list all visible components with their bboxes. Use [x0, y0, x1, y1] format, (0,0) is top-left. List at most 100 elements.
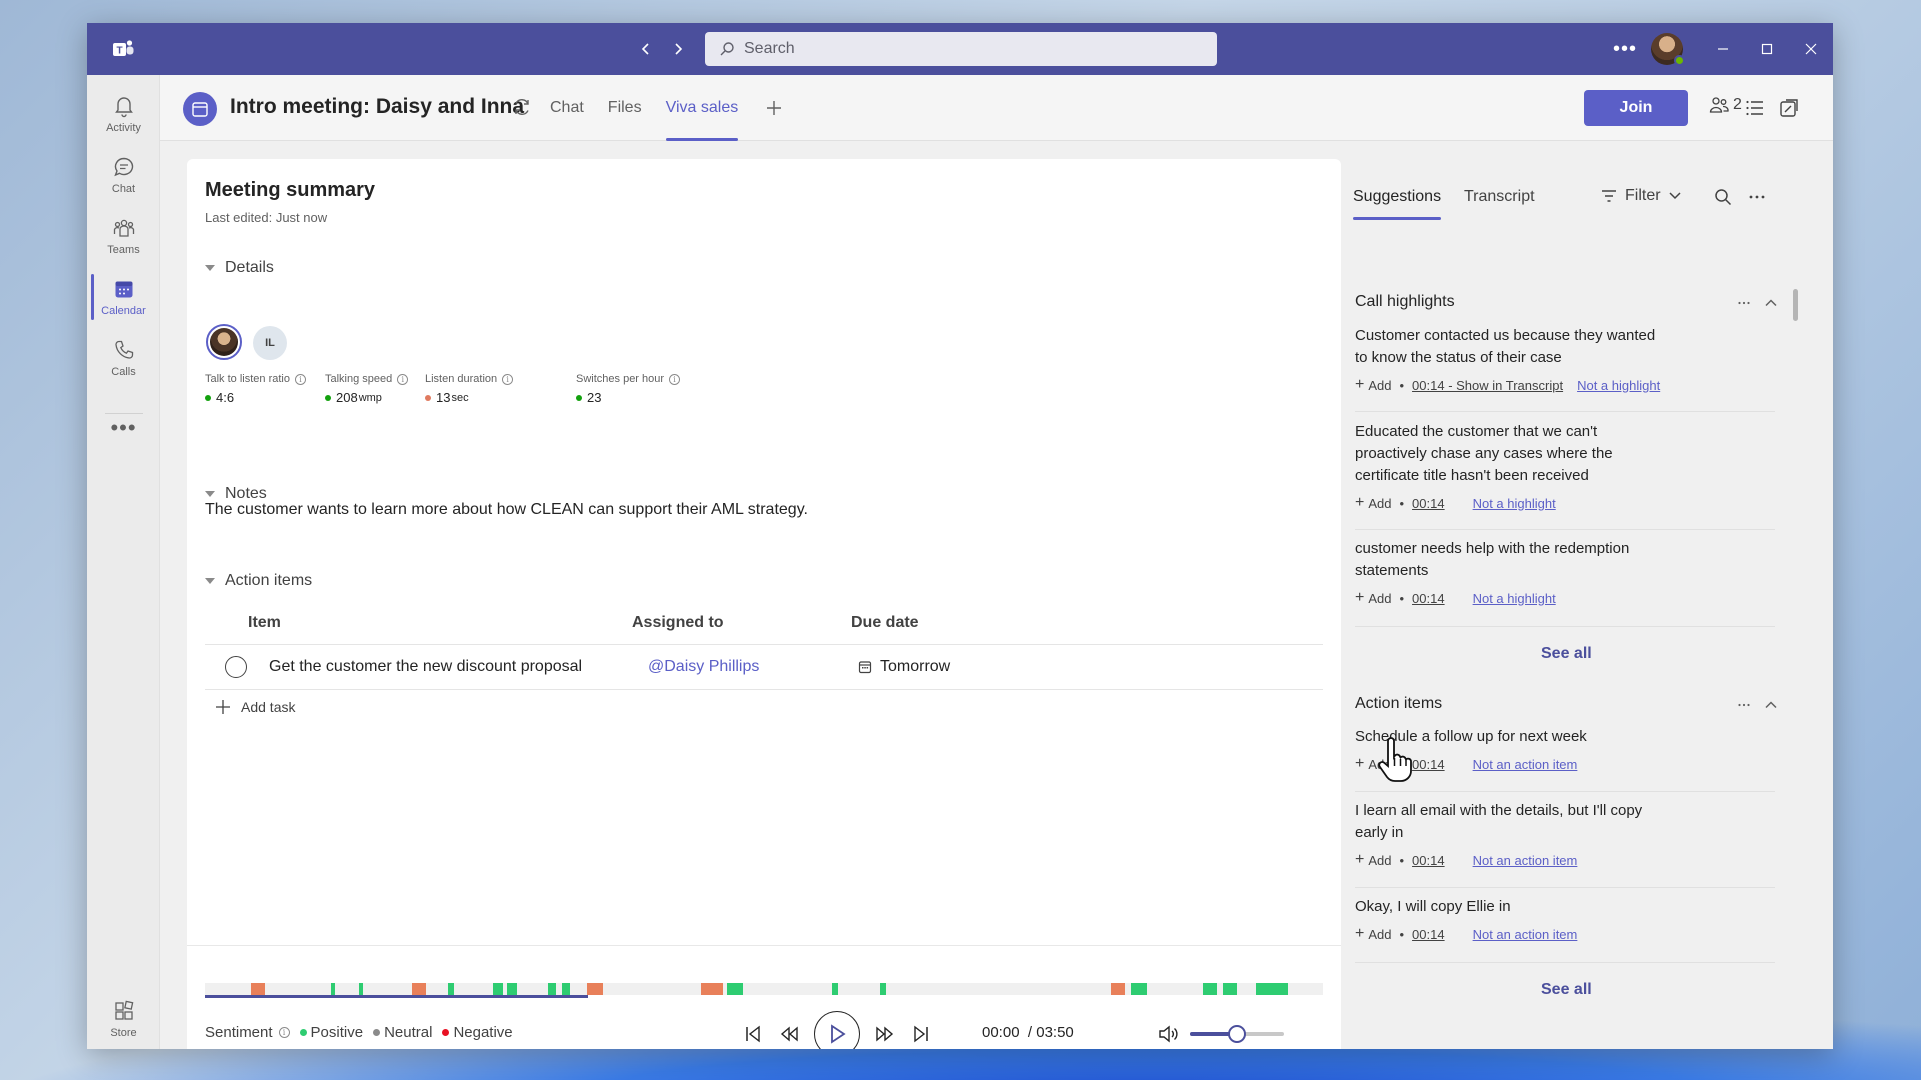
- volume-slider[interactable]: [1190, 1025, 1284, 1043]
- sentiment-segment[interactable]: [448, 983, 454, 995]
- sentiment-segment[interactable]: [548, 983, 556, 995]
- sentiment-timeline[interactable]: [205, 983, 1323, 995]
- add-highlight-button[interactable]: + Add: [1355, 589, 1391, 607]
- close-icon[interactable]: [1789, 23, 1833, 75]
- tab-suggestions[interactable]: Suggestions: [1353, 188, 1442, 220]
- not-an-action-item-link[interactable]: Not an action item: [1473, 927, 1578, 942]
- rewind-icon[interactable]: [778, 1023, 800, 1045]
- tab-files[interactable]: Files: [608, 75, 642, 141]
- sentiment-segment[interactable]: [562, 983, 570, 995]
- minimize-icon[interactable]: [1701, 23, 1745, 75]
- volume-icon[interactable]: [1157, 1023, 1179, 1045]
- due-date-cell[interactable]: Tomorrow: [858, 658, 950, 676]
- add-task-button[interactable]: Add task: [215, 699, 295, 715]
- not-a-highlight-link[interactable]: Not a highlight: [1473, 591, 1556, 606]
- panel-scrollbar[interactable]: [1793, 289, 1798, 321]
- info-icon[interactable]: i: [669, 373, 681, 385]
- sentiment-segment[interactable]: [331, 983, 335, 995]
- more-apps-icon[interactable]: •••: [87, 415, 160, 441]
- not-a-highlight-link[interactable]: Not a highlight: [1577, 378, 1660, 393]
- not-an-action-item-link[interactable]: Not an action item: [1473, 853, 1578, 868]
- sentiment-segment[interactable]: [412, 983, 426, 995]
- add-tab-icon[interactable]: [766, 75, 782, 141]
- separator-dot: •: [1399, 590, 1405, 606]
- sentiment-segment[interactable]: [507, 983, 517, 995]
- maximize-icon[interactable]: [1745, 23, 1789, 75]
- rail-item-activity[interactable]: Activity: [87, 85, 160, 143]
- sentiment-segment[interactable]: [880, 983, 886, 995]
- chevron-up-icon[interactable]: [1764, 698, 1778, 712]
- sentiment-segment[interactable]: [701, 983, 723, 995]
- timestamp-link[interactable]: 00:14: [1412, 927, 1445, 942]
- assignee-mention[interactable]: @Daisy Phillips: [648, 658, 759, 676]
- details-section-toggle[interactable]: Details: [205, 259, 274, 277]
- skip-to-end-icon[interactable]: [910, 1023, 932, 1045]
- tab-chat[interactable]: Chat: [550, 75, 584, 141]
- teams-logo-icon[interactable]: T: [111, 37, 135, 61]
- info-icon[interactable]: i: [278, 1027, 290, 1038]
- see-all-highlights-button[interactable]: See all: [1541, 645, 1592, 663]
- sentiment-segment[interactable]: [1256, 983, 1288, 995]
- pop-out-icon[interactable]: [1777, 96, 1801, 120]
- rail-item-chat[interactable]: Chat: [87, 146, 160, 204]
- timestamp-link[interactable]: 00:14: [1412, 757, 1445, 772]
- more-options-icon[interactable]: [1737, 698, 1751, 712]
- fast-forward-icon[interactable]: [874, 1023, 896, 1045]
- timestamp-link[interactable]: 00:14: [1412, 853, 1445, 868]
- rail-item-calls[interactable]: Calls: [87, 329, 160, 387]
- more-options-icon[interactable]: [1737, 296, 1751, 310]
- more-options-icon[interactable]: [1747, 187, 1767, 207]
- rail-item-store[interactable]: Store: [87, 990, 160, 1048]
- notes-text[interactable]: The customer wants to learn more about h…: [205, 501, 808, 519]
- forward-arrow-icon[interactable]: [667, 35, 689, 63]
- task-item-text[interactable]: Get the customer the new discount propos…: [269, 658, 582, 676]
- sentiment-segment[interactable]: [493, 983, 503, 995]
- see-all-action-items-button[interactable]: See all: [1541, 981, 1592, 999]
- not-a-highlight-link[interactable]: Not a highlight: [1473, 496, 1556, 511]
- add-action-item-button[interactable]: + Add: [1355, 755, 1391, 773]
- chevron-up-icon[interactable]: [1764, 296, 1778, 310]
- tab-transcript[interactable]: Transcript: [1464, 188, 1535, 206]
- sentiment-segment[interactable]: [1131, 983, 1147, 995]
- complete-task-checkbox[interactable]: [225, 656, 247, 678]
- add-highlight-button[interactable]: + Add: [1355, 494, 1391, 512]
- timestamp-link[interactable]: 00:14: [1412, 591, 1445, 606]
- rail-item-calendar[interactable]: Calendar: [87, 268, 160, 326]
- avatar[interactable]: IL: [253, 326, 287, 360]
- play-button[interactable]: [814, 1011, 860, 1049]
- list-icon[interactable]: [1743, 96, 1767, 120]
- sentiment-segment[interactable]: [1223, 983, 1237, 995]
- sentiment-segment[interactable]: [359, 983, 363, 995]
- filter-dropdown[interactable]: Filter: [1601, 187, 1681, 205]
- search-input[interactable]: Search: [705, 32, 1217, 66]
- add-highlight-button[interactable]: + Add: [1355, 376, 1391, 394]
- volume-thumb[interactable]: [1228, 1025, 1246, 1043]
- not-an-action-item-link[interactable]: Not an action item: [1473, 757, 1578, 772]
- add-action-item-button[interactable]: + Add: [1355, 925, 1391, 943]
- back-arrow-icon[interactable]: [635, 35, 657, 63]
- sentiment-segment[interactable]: [727, 983, 743, 995]
- sentiment-segment[interactable]: [587, 983, 603, 995]
- info-icon[interactable]: i: [502, 373, 514, 385]
- join-button[interactable]: Join: [1584, 90, 1688, 126]
- sentiment-segment[interactable]: [1203, 983, 1217, 995]
- tab-viva-sales[interactable]: Viva sales: [665, 75, 738, 141]
- action-items-section-toggle[interactable]: Action items: [205, 572, 312, 590]
- add-action-item-button[interactable]: + Add: [1355, 851, 1391, 869]
- user-avatar[interactable]: [1651, 33, 1685, 66]
- sentiment-segment[interactable]: [251, 983, 265, 995]
- sentiment-segment[interactable]: [832, 983, 838, 995]
- sync-icon[interactable]: [511, 96, 533, 118]
- avatar[interactable]: [206, 324, 242, 360]
- sentiment-segment[interactable]: [1111, 983, 1125, 995]
- info-icon[interactable]: i: [397, 373, 409, 385]
- participants-button[interactable]: 2: [1708, 94, 1742, 116]
- rail-item-teams[interactable]: Teams: [87, 207, 160, 265]
- more-options-icon[interactable]: •••: [1605, 38, 1645, 61]
- info-icon[interactable]: i: [294, 373, 306, 385]
- timestamp-link[interactable]: 00:14: [1412, 496, 1445, 511]
- timestamp-link[interactable]: 00:14 - Show in Transcript: [1412, 378, 1563, 393]
- search-icon[interactable]: [1713, 187, 1733, 207]
- skip-to-start-icon[interactable]: [742, 1023, 764, 1045]
- playback-progress-bar[interactable]: [205, 995, 588, 998]
